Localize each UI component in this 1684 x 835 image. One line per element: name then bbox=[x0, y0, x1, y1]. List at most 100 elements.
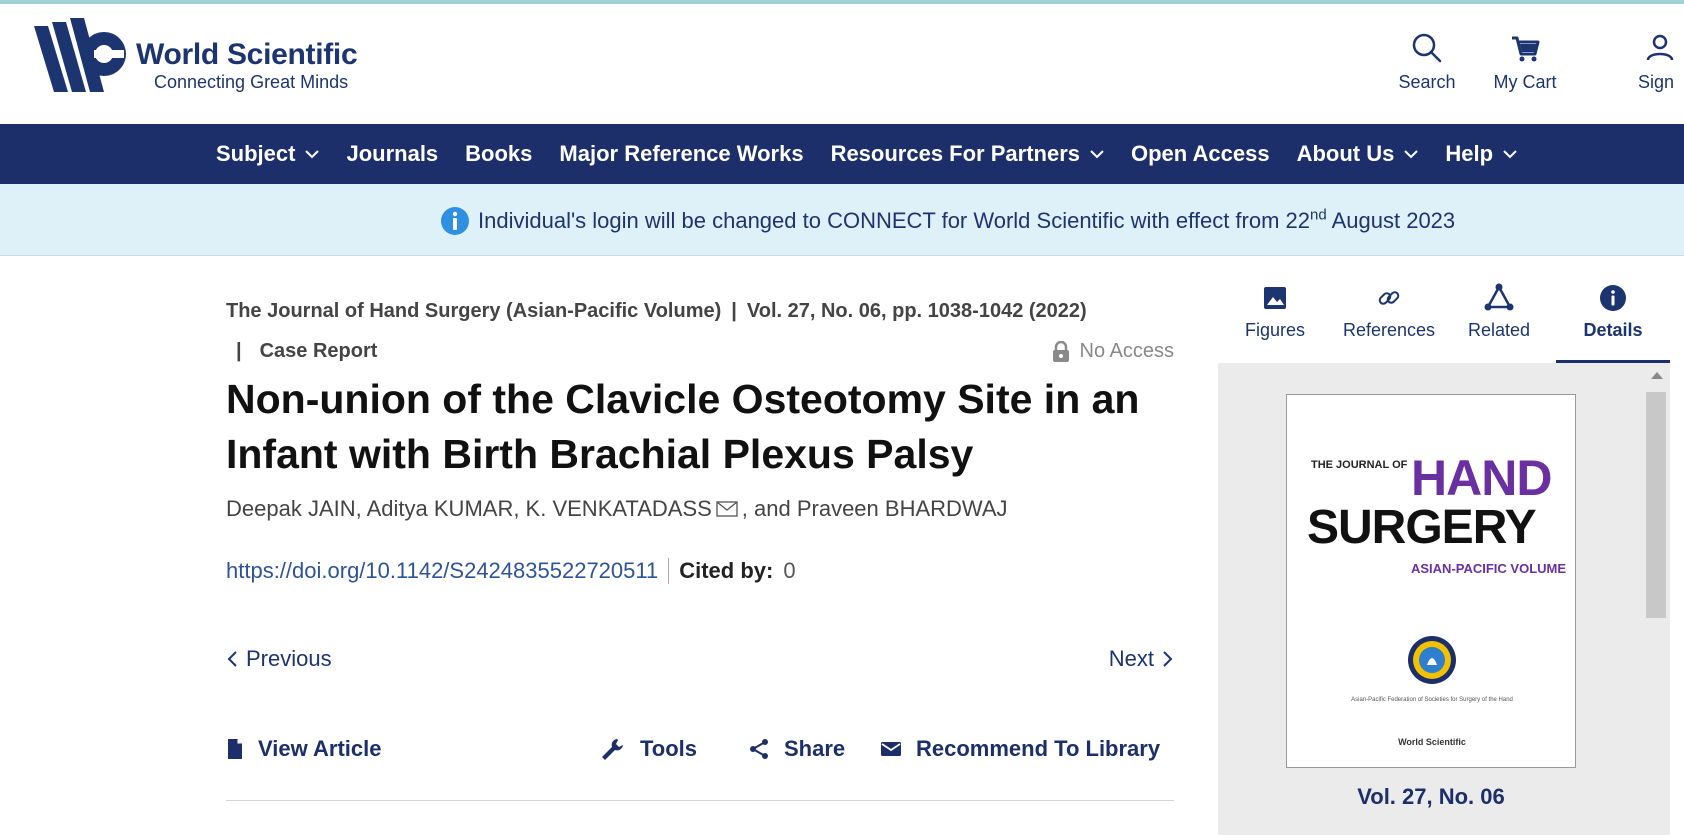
sign-in-button[interactable]: Sign bbox=[1638, 30, 1684, 93]
chevron-down-icon bbox=[1090, 150, 1104, 159]
tab-label: Details bbox=[1583, 320, 1643, 340]
cover-federation-text: Asian-Pacific Federation of Societies fo… bbox=[1351, 697, 1513, 703]
article-title: Non-union of the Clavicle Osteotomy Site… bbox=[226, 376, 1140, 477]
cited-by-count: 0 bbox=[783, 558, 796, 583]
cover-publisher: World Scientific bbox=[1398, 737, 1466, 747]
tools-button[interactable]: Tools bbox=[600, 736, 697, 762]
tab-details[interactable]: Details bbox=[1558, 282, 1668, 341]
content-divider bbox=[226, 800, 1174, 801]
tools-label: Tools bbox=[640, 736, 698, 761]
federation-seal-icon bbox=[1408, 636, 1456, 684]
view-article-label: View Article bbox=[258, 736, 382, 761]
share-label: Share bbox=[784, 736, 846, 761]
image-icon bbox=[1264, 287, 1286, 309]
envelope-icon[interactable] bbox=[716, 501, 738, 517]
nav-item-about-us[interactable]: About Us bbox=[1297, 141, 1419, 167]
logo-title: World Scientific bbox=[136, 38, 358, 71]
scroll-up-arrow-icon[interactable] bbox=[1651, 372, 1663, 379]
tab-label: References bbox=[1342, 320, 1436, 340]
article-type-label: Case Report bbox=[259, 340, 378, 362]
tab-related[interactable]: Related bbox=[1444, 282, 1554, 341]
access-status: No Access bbox=[1052, 340, 1174, 363]
cart-label: My Cart bbox=[1493, 72, 1557, 92]
authors-list: Deepak JAIN, Aditya KUMAR, K. VENKATADAS… bbox=[226, 496, 1008, 522]
cover-top-text: THE JOURNAL OF bbox=[1311, 459, 1408, 471]
document-icon bbox=[228, 739, 242, 759]
nav-item-label: Major Reference Works bbox=[559, 141, 804, 166]
share-button[interactable]: Share bbox=[748, 736, 845, 762]
article-sidebar: Figures References Related Details THE J… bbox=[1218, 256, 1684, 835]
view-article-button[interactable]: View Article bbox=[226, 736, 382, 762]
authors-text[interactable]: Deepak JAIN, Aditya KUMAR, K. VENKATADAS… bbox=[226, 496, 712, 522]
link-icon bbox=[1378, 291, 1400, 305]
search-button[interactable]: Search bbox=[1382, 30, 1472, 93]
cart-icon bbox=[1512, 36, 1540, 62]
info-icon bbox=[441, 207, 469, 235]
cover-subtitle: ASIAN-PACIFIC VOLUME bbox=[1411, 561, 1567, 576]
site-header: World Scientific Connecting Great Minds … bbox=[0, 4, 1684, 124]
lock-icon bbox=[1052, 340, 1069, 362]
article-type: | Case Report bbox=[226, 340, 377, 363]
authors-text-end[interactable]: , and Praveen BHARDWAJ bbox=[742, 496, 1008, 522]
doi-line: https://doi.org/10.1142/S242483552272051… bbox=[226, 558, 796, 584]
doi-divider bbox=[668, 558, 670, 584]
next-link[interactable]: Next bbox=[1109, 646, 1174, 672]
search-icon bbox=[1412, 33, 1442, 63]
share-icon bbox=[750, 739, 768, 759]
logo-tagline: Connecting Great Minds bbox=[154, 72, 349, 92]
wrench-icon bbox=[602, 739, 623, 760]
tab-label: Related bbox=[1467, 320, 1531, 340]
access-label: No Access bbox=[1079, 340, 1174, 362]
tab-references[interactable]: References bbox=[1334, 282, 1444, 341]
nav-item-label: Journals bbox=[346, 141, 439, 166]
nav-item-label: About Us bbox=[1296, 141, 1395, 166]
doi-link[interactable]: https://doi.org/10.1142/S242483552272051… bbox=[226, 558, 658, 584]
nav-item-label: Open Access bbox=[1131, 141, 1270, 166]
notice-superscript: nd bbox=[1310, 206, 1327, 224]
logo-mark-icon bbox=[34, 18, 126, 92]
nav-item-journals[interactable]: Journals bbox=[346, 141, 438, 167]
sidebar-tabs: Figures References Related Details bbox=[1218, 256, 1670, 364]
previous-label: Previous bbox=[246, 646, 332, 671]
nav-item-label: Help bbox=[1445, 141, 1494, 166]
type-separator: | bbox=[236, 340, 242, 362]
notice-text: Individual's login will be changed to CO… bbox=[478, 206, 1456, 233]
journal-meta: The Journal of Hand Surgery (Asian-Pacif… bbox=[226, 300, 1087, 323]
article-main: The Journal of Hand Surgery (Asian-Pacif… bbox=[226, 256, 1174, 835]
login-notice-banner: Individual's login will be changed to CO… bbox=[0, 184, 1684, 256]
nav-item-open-access[interactable]: Open Access bbox=[1131, 141, 1270, 167]
cited-by-label: Cited by: bbox=[679, 558, 774, 583]
nav-item-resources-for-partners[interactable]: Resources For Partners bbox=[831, 141, 1104, 167]
nav-item-label: Subject bbox=[216, 141, 296, 166]
world-scientific-logo[interactable]: World Scientific Connecting Great Minds bbox=[34, 16, 394, 102]
journal-cover-image[interactable]: THE JOURNAL OF HAND SURGERY ASIAN-PACIFI… bbox=[1286, 394, 1576, 768]
chevron-down-icon bbox=[1404, 150, 1419, 159]
previous-link[interactable]: Previous bbox=[226, 646, 332, 672]
scroll-thumb[interactable] bbox=[1646, 392, 1666, 618]
tab-label: Figures bbox=[1244, 320, 1306, 340]
volume-info[interactable]: Vol. 27, No. 06, pp. 1038-1042 (2022) bbox=[747, 300, 1087, 322]
journal-name[interactable]: The Journal of Hand Surgery (Asian-Pacif… bbox=[226, 300, 721, 322]
sign-in-label: Sign bbox=[1638, 72, 1675, 92]
mail-icon bbox=[881, 742, 901, 756]
nav-item-label: Books bbox=[465, 141, 533, 166]
nav-item-help[interactable]: Help bbox=[1445, 141, 1517, 167]
cover-volume-label[interactable]: Vol. 27, No. 06 bbox=[1286, 784, 1576, 810]
tab-figures[interactable]: Figures bbox=[1220, 282, 1330, 341]
main-navigation: Subject Journals Books Major Reference W… bbox=[0, 124, 1684, 184]
info-icon bbox=[1600, 285, 1626, 311]
search-label: Search bbox=[1398, 72, 1456, 92]
user-icon bbox=[1646, 34, 1674, 61]
nav-item-label: Resources For Partners bbox=[830, 141, 1080, 166]
chevron-down-icon bbox=[1503, 150, 1517, 159]
cart-button[interactable]: My Cart bbox=[1480, 30, 1570, 93]
recommend-library-button[interactable]: Recommend To Library bbox=[880, 736, 1160, 762]
cover-hand-text: HAND bbox=[1411, 450, 1552, 506]
article-actions: View Article Tools Share Recommend To Li… bbox=[226, 736, 1174, 776]
next-label: Next bbox=[1108, 646, 1154, 671]
nav-item-books[interactable]: Books bbox=[465, 141, 532, 167]
nav-item-subject[interactable]: Subject bbox=[216, 141, 320, 167]
nav-item-major-reference-works[interactable]: Major Reference Works bbox=[559, 141, 803, 167]
chevron-left-icon bbox=[227, 651, 237, 667]
sidebar-scrollbar[interactable] bbox=[1646, 372, 1666, 835]
